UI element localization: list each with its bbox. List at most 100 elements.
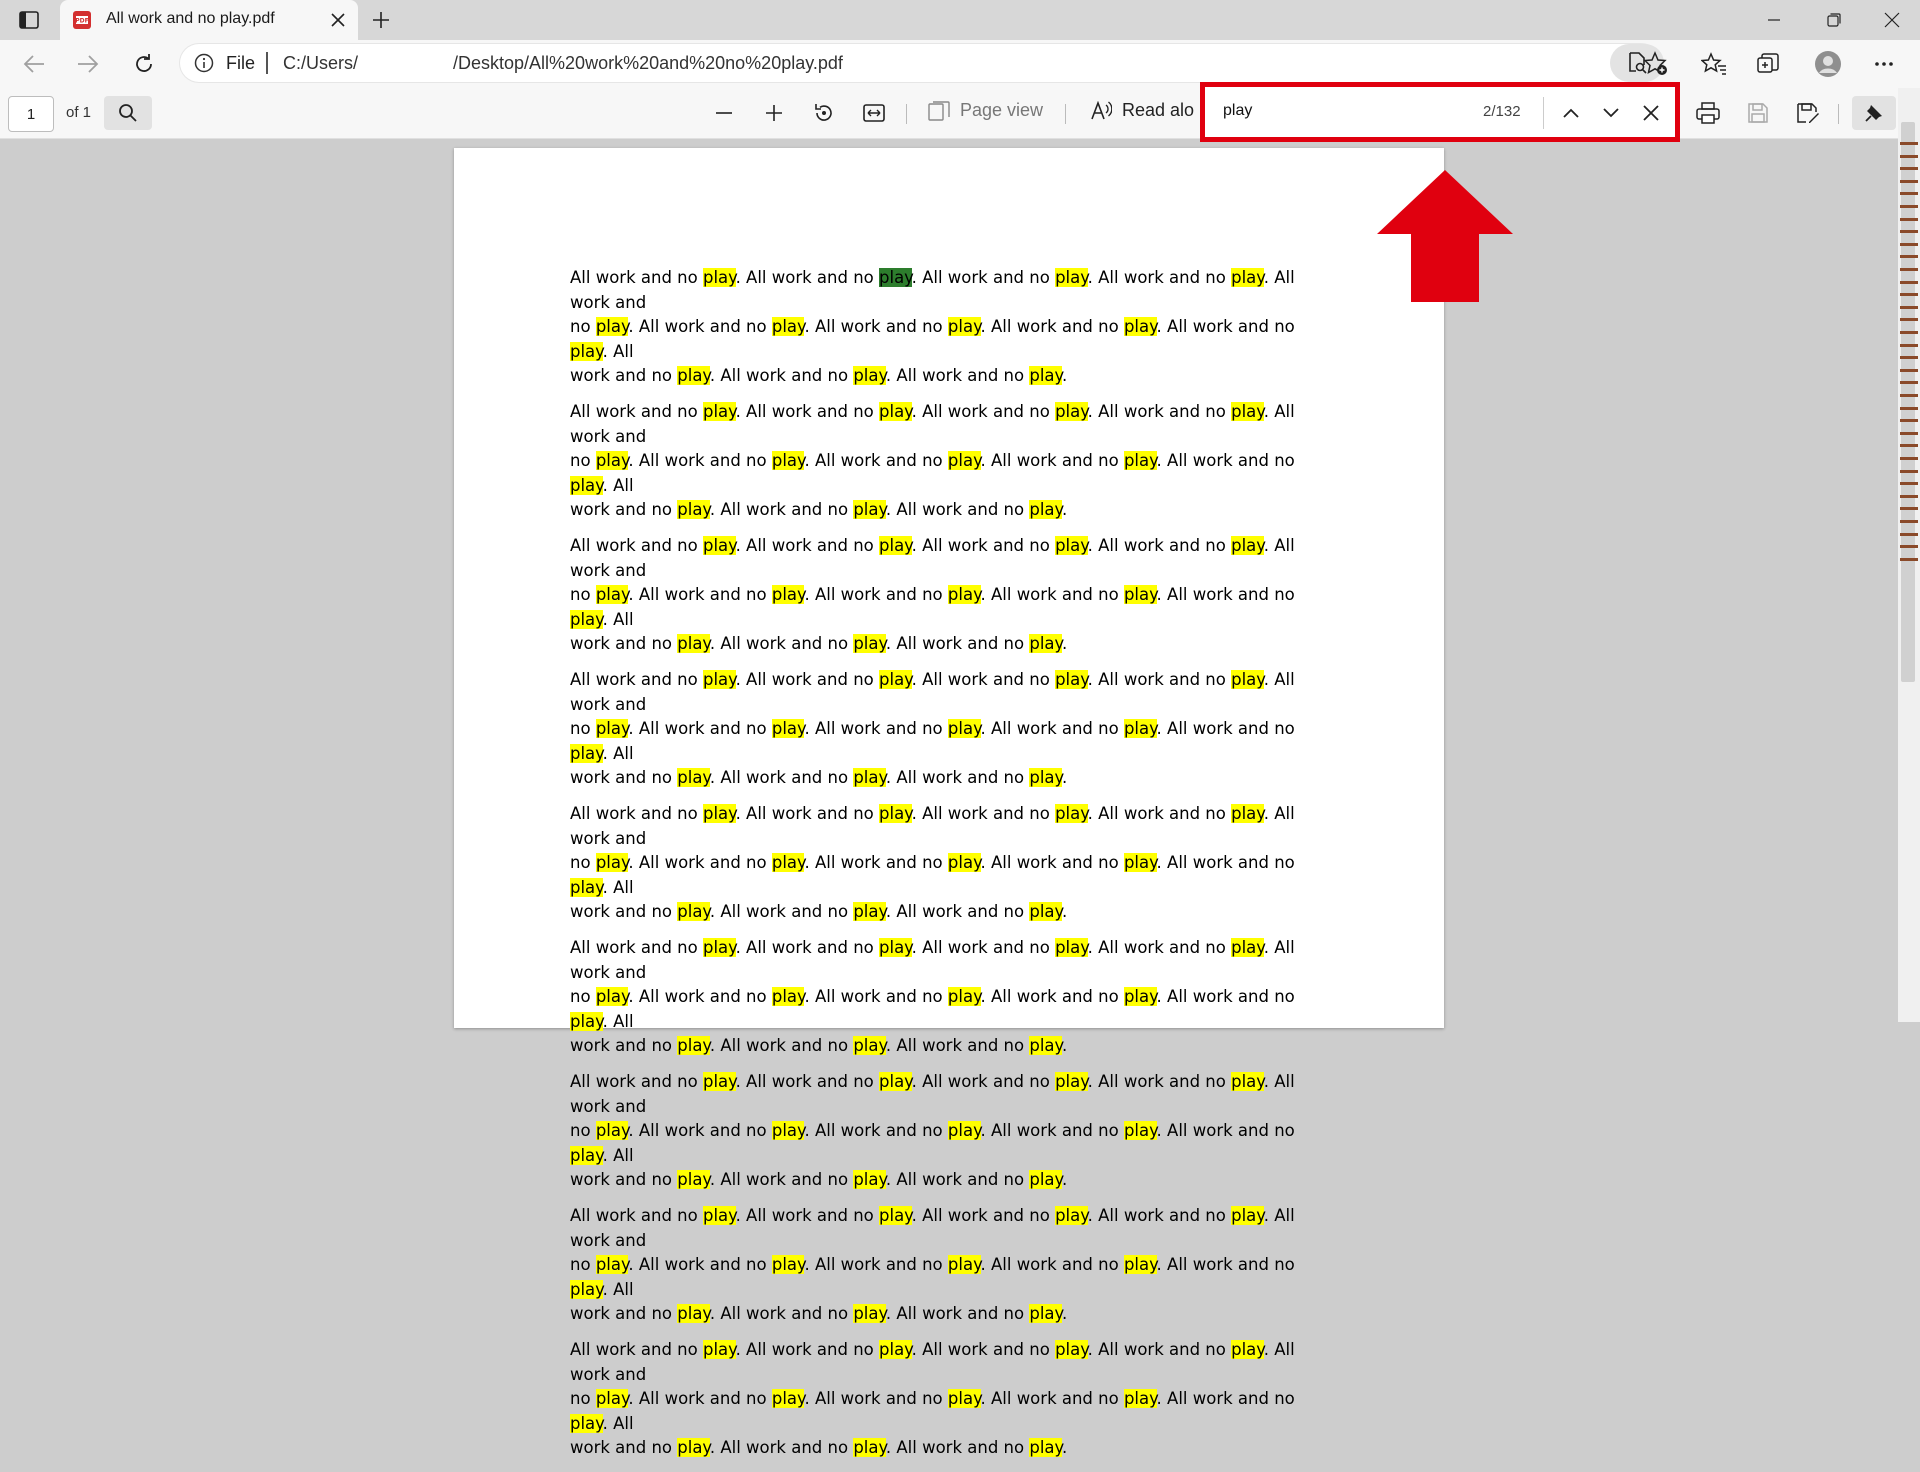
page-number-input[interactable]: 1 — [8, 96, 54, 132]
close-icon — [1643, 105, 1659, 121]
text-run: work and no — [570, 768, 678, 787]
pin-toolbar-button[interactable] — [1852, 96, 1896, 130]
text-run: . All work and no — [1087, 536, 1232, 555]
search-match: play — [595, 317, 629, 336]
profile-button[interactable] — [1812, 48, 1844, 80]
text-run: . All work and no — [1087, 268, 1232, 287]
text-run: . All work and no — [804, 853, 948, 872]
text-line: All work and no play. All work and no pl… — [570, 802, 1330, 851]
minimize-button[interactable] — [1746, 0, 1802, 40]
find-close-button[interactable] — [1635, 97, 1667, 129]
address-url-start: C:/Users/ — [283, 53, 359, 73]
search-match: play — [1029, 366, 1062, 385]
text-run: . All work and no — [1156, 585, 1295, 604]
text-line: no play. All work and no play. All work … — [570, 449, 1330, 498]
search-match: play — [702, 670, 736, 689]
find-result-marker — [1900, 167, 1918, 171]
chevron-up-icon — [1563, 108, 1579, 118]
info-icon[interactable] — [194, 53, 214, 73]
save-button[interactable] — [1742, 97, 1774, 129]
search-match: play — [947, 585, 981, 604]
search-match: play — [1123, 585, 1157, 604]
close-icon — [1884, 12, 1900, 28]
find-previous-button[interactable] — [1555, 97, 1587, 129]
restore-button[interactable] — [1806, 0, 1862, 40]
find-next-button[interactable] — [1595, 97, 1627, 129]
search-match: play — [702, 1206, 736, 1225]
pdf-favicon-icon: PDF — [73, 11, 91, 29]
refresh-button[interactable] — [128, 48, 160, 80]
search-match: play — [595, 987, 629, 1006]
search-match: play — [595, 719, 629, 738]
address-bar[interactable]: File C:/Users/ /Desktop/All%20work%20and… — [180, 44, 1664, 82]
more-icon — [1875, 62, 1893, 66]
text-run: . All work and no — [709, 1438, 854, 1457]
text-run: . All work and no — [709, 634, 854, 653]
text-run: . All work and no — [980, 1255, 1124, 1274]
search-match: play — [677, 1438, 710, 1457]
search-match: play — [947, 451, 981, 470]
tab-close-button[interactable] — [328, 10, 348, 30]
tab-actions-icon — [19, 11, 39, 29]
active-tab[interactable]: PDF All work and no play.pdf — [60, 0, 358, 40]
search-match: play — [771, 1389, 805, 1408]
find-input[interactable]: play — [1223, 102, 1423, 120]
search-match: play — [1055, 402, 1088, 421]
rotate-button[interactable] — [808, 97, 840, 129]
pdf-search-button[interactable] — [104, 96, 152, 130]
save-icon — [1748, 103, 1768, 123]
address-separator — [266, 52, 268, 74]
fit-page-button[interactable] — [858, 97, 890, 129]
text-run: work and no — [570, 500, 678, 519]
search-match: play — [947, 853, 981, 872]
text-run: . All work and no — [885, 634, 1030, 653]
text-line: work and no play. All work and no play. … — [570, 1168, 1330, 1193]
search-match: play — [595, 451, 629, 470]
new-tab-button[interactable] — [366, 6, 396, 34]
text-line: no play. All work and no play. All work … — [570, 583, 1330, 632]
text-run: . All work and no — [885, 1304, 1030, 1323]
search-match: play — [595, 1255, 629, 1274]
forward-button[interactable] — [72, 48, 104, 80]
text-run: . All — [602, 1279, 634, 1299]
page-view-button[interactable]: Page view — [928, 100, 1043, 121]
text-paragraph: All work and no play. All work and no pl… — [570, 1204, 1330, 1327]
more-button[interactable] — [1868, 48, 1900, 80]
text-run: work and no — [570, 366, 678, 385]
text-line: work and no play. All work and no play. … — [570, 364, 1330, 389]
favorites-button[interactable] — [1698, 48, 1730, 80]
collections-button[interactable] — [1752, 48, 1784, 80]
vertical-scrollbar[interactable] — [1898, 88, 1920, 1022]
text-run: . All work and no — [804, 1255, 948, 1274]
text-line: no play. All work and no play. All work … — [570, 717, 1330, 766]
back-icon — [23, 55, 44, 73]
text-run: . All work and no — [709, 1170, 854, 1189]
search-match: play — [595, 1389, 629, 1408]
save-as-button[interactable] — [1792, 97, 1824, 129]
print-button[interactable] — [1692, 97, 1724, 129]
text-run: All work and no — [570, 670, 703, 689]
read-aloud-button[interactable]: Read alo — [1090, 100, 1194, 121]
search-match: play — [879, 1072, 912, 1091]
close-window-button[interactable] — [1864, 0, 1920, 40]
search-match: play — [947, 987, 981, 1006]
find-result-marker — [1900, 142, 1918, 145]
zoom-in-button[interactable] — [758, 97, 790, 129]
text-run: . All work and no — [804, 987, 948, 1006]
text-run: . All work and no — [885, 366, 1030, 385]
search-match: play — [1231, 402, 1264, 421]
text-run: . All work and no — [735, 1206, 880, 1225]
text-paragraph: All work and no play. All work and no pl… — [570, 400, 1330, 523]
back-button[interactable] — [18, 48, 50, 80]
toolbar-divider — [906, 104, 907, 124]
find-result-marker — [1900, 431, 1918, 435]
find-result-marker — [1900, 356, 1918, 360]
search-match: play — [570, 475, 603, 495]
text-run: . All work and no — [1156, 1121, 1295, 1140]
text-run: work and no — [570, 1036, 678, 1055]
find-result-marker — [1900, 457, 1918, 460]
zoom-out-button[interactable] — [708, 97, 740, 129]
add-favorite-button[interactable] — [1640, 48, 1672, 80]
tab-actions-button[interactable] — [14, 6, 44, 34]
text-run: . All work and no — [628, 1121, 772, 1140]
